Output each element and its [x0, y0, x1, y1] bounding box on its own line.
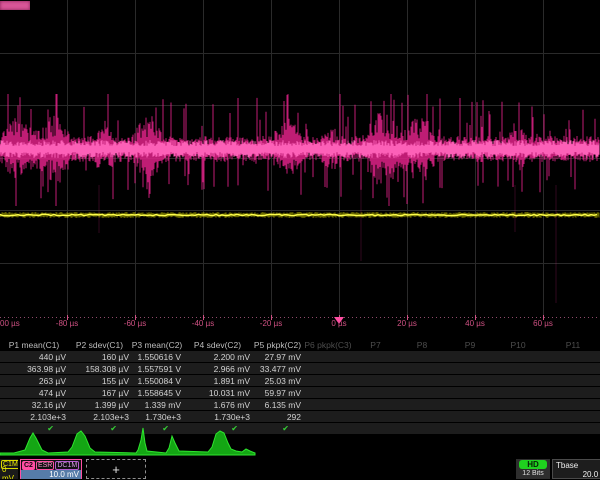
table-row: P1 mean(C1)P2 sdev(C1)P3 mean(C2)P4 sdev… — [0, 339, 600, 350]
time-axis-label: 0 µs — [331, 319, 346, 328]
c2-coupling-tag: DC1M — [55, 461, 79, 470]
waveform-display[interactable] — [0, 0, 600, 332]
measurement-value: 1.676 mV — [183, 400, 252, 410]
measurement-value: 2.200 mV — [183, 352, 252, 362]
c2-volt-div: 10.0 mV — [21, 470, 81, 479]
measurement-header-unused[interactable]: P10 — [494, 340, 542, 350]
time-axis-labels: 00 µs -80 µs -60 µs -40 µs -20 µs 0 µs 20 µs 40… — [0, 319, 600, 330]
measurement-header[interactable]: P3 mean(C2) — [131, 340, 183, 350]
measurement-header[interactable]: P2 sdev(C1) — [68, 340, 131, 350]
c1-volt-div: 0 mV — [0, 469, 18, 478]
time-axis-label: 20 µs — [397, 319, 417, 328]
timebase-value: 20.0 µs — [553, 470, 600, 479]
trend-trace — [0, 428, 255, 455]
hd-bits-label: 12 Bits — [516, 469, 550, 478]
c2-channel-tag: C2 — [22, 461, 35, 470]
c1-descriptor-box[interactable]: C1M 0 mV — [0, 459, 18, 479]
measurement-value: 59.97 mV — [252, 388, 303, 398]
measurement-header-unused[interactable]: P7 — [353, 340, 398, 350]
time-axis-label: 00 µs — [0, 319, 20, 328]
measurement-value: 1.557591 V — [131, 364, 183, 374]
trend-trace-display — [0, 418, 600, 458]
time-axis-label: -20 µs — [260, 319, 282, 328]
time-axis-label: 60 µs — [533, 319, 553, 328]
time-axis-label: 40 µs — [465, 319, 485, 328]
measurement-header-unused[interactable]: P9 — [446, 340, 494, 350]
add-trace-button[interactable]: + — [86, 459, 146, 479]
c2-descriptor-box[interactable]: C2 ESR DC1M 10.0 mV — [20, 459, 82, 479]
time-axis-label: -40 µs — [192, 319, 214, 328]
measurement-value: 440 µV — [0, 352, 68, 362]
hd-mode-indicator[interactable]: HD 12 Bits — [516, 459, 550, 479]
time-axis-label: -80 µs — [56, 319, 78, 328]
oscilloscope-screen: 00 µs -80 µs -60 µs -40 µs -20 µs 0 µs 20 µs 40… — [0, 0, 600, 480]
measurement-value: 158.308 µV — [68, 364, 131, 374]
time-axis-label: -60 µs — [124, 319, 146, 328]
measurement-value: 33.477 mV — [252, 364, 303, 374]
measurement-value: 263 µV — [0, 376, 68, 386]
measurement-value: 1.550084 V — [131, 376, 183, 386]
measurement-value: 474 µV — [0, 388, 68, 398]
c2-corner-badge — [0, 1, 30, 10]
measurement-value: 160 µV — [68, 352, 131, 362]
measurement-value: 363.98 µV — [0, 364, 68, 374]
measurement-value: 27.97 mV — [252, 352, 303, 362]
measurement-value: 6.135 mV — [252, 400, 303, 410]
measurement-value: 25.03 mV — [252, 376, 303, 386]
measurement-value: 1.399 µV — [68, 400, 131, 410]
measurement-value: 1.891 mV — [183, 376, 252, 386]
measurement-value: 2.966 mV — [183, 364, 252, 374]
table-row: 474 µV167 µV1.558645 V10.031 mV59.97 mV — [0, 387, 600, 398]
plus-icon: + — [112, 462, 120, 477]
table-row: 440 µV160 µV1.550616 V2.200 mV27.97 mV — [0, 351, 600, 362]
measurement-value: 1.550616 V — [131, 352, 183, 362]
measurement-header-unused[interactable]: P8 — [398, 340, 446, 350]
measurement-value: 10.031 mV — [183, 388, 252, 398]
descriptor-bar: C1M 0 mV C2 ESR DC1M 10.0 mV + HD 12 Bit… — [0, 458, 600, 480]
timebase-label: Tbase — [553, 460, 600, 470]
table-row: 263 µV155 µV1.550084 V1.891 mV25.03 mV — [0, 375, 600, 386]
c2-esr-tag: ESR — [36, 461, 54, 470]
measurement-value: 1.339 mV — [131, 400, 183, 410]
measurement-header[interactable]: P4 sdev(C2) — [183, 340, 252, 350]
measurement-header[interactable]: P1 mean(C1) — [0, 340, 68, 350]
table-row: 32.16 µV1.399 µV1.339 mV1.676 mV6.135 mV — [0, 399, 600, 410]
table-row: 363.98 µV158.308 µV1.557591 V2.966 mV33.… — [0, 363, 600, 374]
measurement-header-unused[interactable]: P11 — [542, 340, 600, 350]
measurement-value: 167 µV — [68, 388, 131, 398]
hd-badge: HD — [519, 460, 547, 469]
measurement-value: 155 µV — [68, 376, 131, 386]
measurement-value: 32.16 µV — [0, 400, 68, 410]
measurement-value: 1.558645 V — [131, 388, 183, 398]
measurement-header[interactable]: P5 pkpk(C2) — [252, 340, 303, 350]
measurement-header-unused[interactable]: P6 pkpk(C3) — [303, 340, 353, 350]
timebase-descriptor-box[interactable]: Tbase 20.0 µs — [552, 459, 600, 479]
c2-trace-deep-spikes — [99, 185, 556, 303]
